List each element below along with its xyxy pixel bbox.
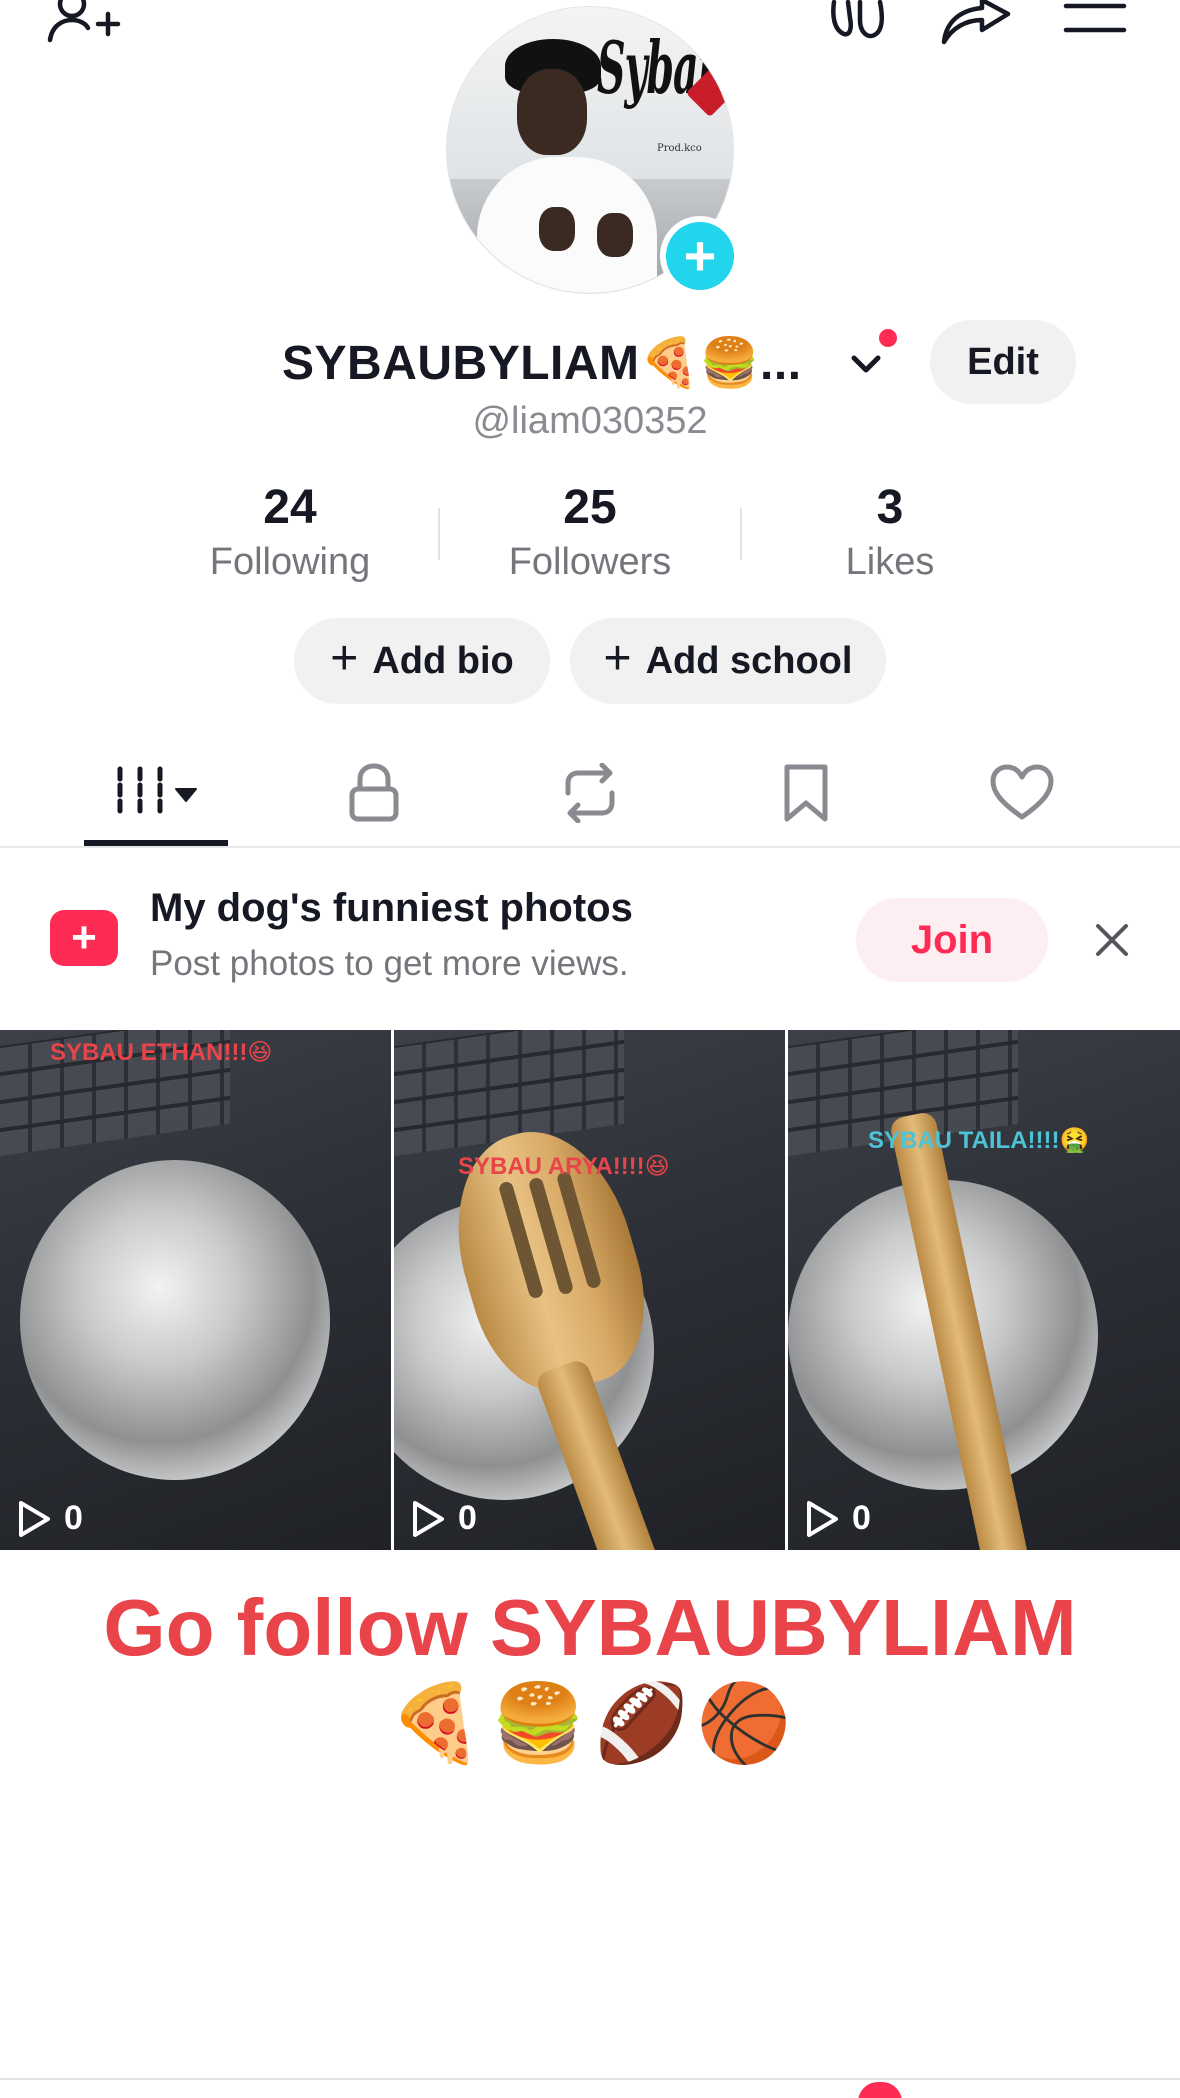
stat-value: 3 [876,481,904,534]
play-count-value: 0 [852,1499,871,1537]
footprints-icon[interactable] [822,0,892,48]
lock-icon [349,763,399,822]
add-story-button[interactable]: + [660,216,740,296]
stat-followers[interactable]: 25 Followers [460,480,720,588]
video-thumbnail[interactable]: SYBAU ARYA!!!!😆 0 [394,1030,785,1550]
stat-label: Followers [508,541,672,583]
play-count: 0 [16,1499,83,1538]
join-button[interactable]: Join [856,898,1048,982]
overlay-headline: Go follow SYBAUBYLIAM [103,1583,1077,1672]
tab-private[interactable] [320,740,428,846]
notification-dot [876,326,900,350]
avatar-logo-subtext: Prod.kco [657,143,702,154]
video-caption: SYBAU ARYA!!!!😆 [458,1153,670,1180]
banner-subtitle: Post photos to get more views. [150,944,629,983]
stat-likes[interactable]: 3 Likes [760,480,1020,588]
stat-label: Likes [845,541,935,583]
share-icon[interactable] [938,0,1014,48]
play-count-value: 0 [458,1499,477,1537]
video-caption: SYBAU ETHAN!!!😆 [50,1039,273,1066]
stat-divider [438,508,440,560]
stat-following[interactable]: 24 Following [160,480,420,588]
close-icon[interactable] [1086,914,1138,966]
heart-icon [990,764,1054,820]
tab-active-indicator [84,840,228,846]
play-icon [807,1500,838,1537]
avatar[interactable]: Sybau Prod.kco + [446,6,740,296]
inbox-badge [858,2082,902,2098]
video-thumbnail[interactable]: SYBAU ETHAN!!!😆 0 [0,1030,391,1550]
bottom-nav-divider [0,2078,1180,2080]
tab-videos[interactable] [84,740,228,846]
tab-liked[interactable] [968,740,1076,846]
edit-profile-button[interactable]: Edit [930,320,1076,404]
stat-value: 25 [563,481,617,534]
play-count: 0 [410,1499,477,1538]
play-icon [413,1500,444,1537]
plus-icon: + [666,222,734,290]
videos-grid-icon [117,766,197,820]
menu-icon[interactable] [1062,0,1128,40]
football-emoji: 🏈 [594,1681,689,1766]
name-switcher[interactable] [280,326,920,398]
chevron-down-icon [851,355,881,373]
video-thumbnail[interactable]: SYBAU TAILA!!!!🤮 0 [788,1030,1180,1550]
banner-title: My dog's funniest photos [150,886,633,930]
play-icon [19,1500,50,1537]
video-caption: SYBAU TAILA!!!!🤮 [868,1127,1090,1154]
play-count-value: 0 [64,1499,83,1537]
username-handle: @liam030352 [472,400,708,442]
add-friend-icon[interactable] [44,0,124,48]
challenge-banner[interactable]: + My dog's funniest photos Post photos t… [0,860,1180,1010]
tab-favorites[interactable] [752,740,860,846]
add-photo-icon: + [50,910,118,966]
stat-divider [740,508,742,560]
basketball-emoji: 🏀 [696,1681,792,1766]
play-count: 0 [804,1499,871,1538]
add-school-label: Add school [645,639,853,682]
add-bio-label: Add bio [372,639,514,682]
plus-icon: + [603,632,632,685]
video-grid: SYBAU ETHAN!!!😆 0 SYBAU ARYA!!!!😆 0 SYBA… [0,1030,1180,1550]
stat-value: 24 [263,481,317,534]
pizza-emoji: 🍕 [388,1681,484,1766]
stat-label: Following [209,541,371,583]
repost-icon [565,763,615,823]
add-school-button[interactable]: + Add school [570,618,886,704]
add-bio-button[interactable]: + Add bio [294,618,550,704]
profile-tabs [0,740,1180,848]
plus-icon: + [330,632,359,685]
burger-emoji: 🍔 [491,1681,586,1766]
emoji-row: 🍕 🍔 🏈 🏀 [0,1676,1180,1772]
tab-reposts[interactable] [536,740,644,846]
bookmark-icon [784,764,828,822]
